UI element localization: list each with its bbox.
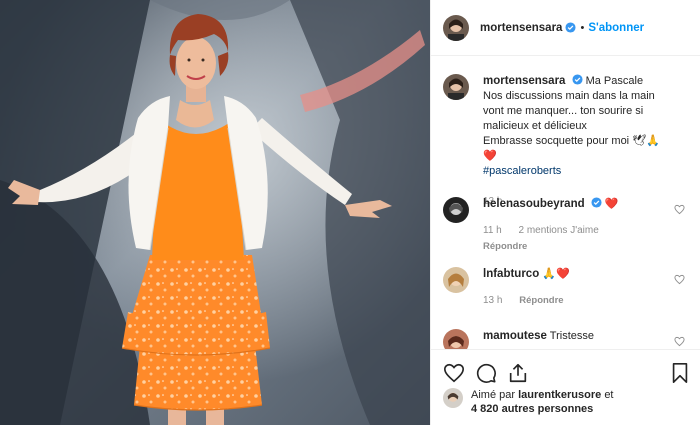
header-separator: • (580, 21, 585, 34)
action-icons (431, 362, 700, 386)
comment-meta: 13 h Répondre (483, 293, 673, 308)
caption-body: mortensensara Ma Pascale Nos discussions… (483, 74, 673, 209)
follow-button[interactable]: S'abonner (588, 22, 644, 34)
comment-likes[interactable]: 2 mentions J'aime (519, 225, 599, 236)
comment-meta: 11 h 2 mentions J'aime Répondre (483, 223, 673, 254)
comment-text: 🙏❤️ (542, 268, 570, 280)
post-photo[interactable] (0, 0, 430, 425)
likes-text: Aimé par laurentkerusore et 4 820 autres… (471, 388, 614, 416)
comment-username[interactable]: helenasoubeyrand (483, 198, 585, 210)
photo-woman-orange-dress (0, 0, 430, 425)
like-comment-heart-icon[interactable] (674, 204, 685, 215)
caption-line-2: Nos discussions main dans la main vont m… (483, 90, 655, 132)
caption-line-1: Ma Pascale (585, 75, 644, 87)
verified-badge-icon (591, 197, 602, 208)
post-side-panel: mortensensara • S'abonner mortensensara (430, 0, 700, 425)
comment-username[interactable]: mamoutese (483, 330, 547, 342)
caption-hashtag[interactable]: #pascaleroberts (483, 165, 561, 177)
comments-list[interactable]: mortensensara Ma Pascale Nos discussions… (431, 57, 700, 349)
likes-prefix: Aimé par (471, 389, 516, 401)
likes-user[interactable]: laurentkerusore (518, 389, 601, 401)
reply-button[interactable]: Répondre (519, 295, 563, 306)
comment-text: ❤️ (604, 198, 619, 210)
likes-summary: Aimé par laurentkerusore et 4 820 autres… (443, 388, 693, 416)
verified-badge-icon (565, 22, 577, 33)
likes-conj: et (604, 389, 614, 401)
instagram-post: mortensensara • S'abonner mortensensara (0, 0, 700, 425)
comment-time: 11 h (483, 225, 502, 236)
share-icon[interactable] (507, 362, 529, 384)
comment-text: Tristesse (549, 330, 594, 342)
liker-avatar[interactable] (443, 388, 463, 408)
post-actions: Aimé par laurentkerusore et 4 820 autres… (431, 349, 700, 425)
comment-body: lnfabturco 🙏❤️ 13 h Répondre (483, 267, 673, 308)
like-comment-heart-icon[interactable] (674, 274, 685, 285)
comment-icon[interactable] (475, 362, 497, 384)
like-comment-heart-icon[interactable] (674, 336, 685, 347)
bookmark-icon[interactable] (669, 362, 691, 384)
post-header: mortensensara • S'abonner (431, 0, 700, 56)
reply-button[interactable]: Répondre (483, 239, 659, 254)
caption-line-3: Embrasse socquette pour moi 🕊🙏❤️ (483, 135, 660, 162)
heart-icon[interactable] (443, 362, 465, 384)
author-avatar[interactable] (443, 14, 469, 41)
comment-body: helenasoubeyrand ❤️ 11 h 2 mentions J'ai… (483, 197, 673, 254)
comment-time: 13 h (483, 295, 503, 306)
comment-avatar[interactable] (443, 197, 469, 223)
caption-avatar[interactable] (443, 74, 469, 100)
caption-username[interactable]: mortensensara (483, 75, 565, 87)
comment-username[interactable]: lnfabturco (483, 268, 539, 280)
author-username[interactable]: mortensensara (480, 22, 562, 34)
comment-avatar[interactable] (443, 267, 469, 293)
verified-badge-icon (571, 74, 583, 85)
comment-body: mamoutese Tristesse (483, 329, 673, 344)
comment-avatar[interactable] (443, 329, 469, 349)
likes-others[interactable]: 4 820 autres personnes (471, 403, 593, 415)
